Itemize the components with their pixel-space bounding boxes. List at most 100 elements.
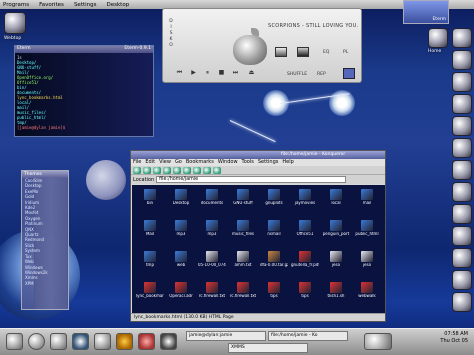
file-item[interactable]: local (322, 189, 350, 213)
file-item[interactable]: nsmail (260, 220, 288, 244)
balance-slider[interactable] (297, 47, 309, 57)
file-item[interactable]: webwalk (353, 282, 381, 306)
file-item[interactable]: tips (291, 282, 319, 306)
menu-bookmarks[interactable]: Bookmarks (186, 159, 214, 166)
stop-icon[interactable] (183, 166, 191, 174)
stop-icon[interactable]: ■ (217, 69, 226, 76)
eq-toggle[interactable]: EQ (323, 50, 329, 55)
file-item[interactable]: lync_bookmarks.html (136, 282, 164, 306)
print-icon[interactable] (452, 226, 472, 246)
up-icon[interactable] (153, 166, 161, 174)
konqueror-titlebar[interactable]: file:/home/jamie - Konqueror (131, 151, 385, 159)
paste-icon[interactable] (203, 166, 211, 174)
mail-icon[interactable] (452, 72, 472, 92)
pause-icon[interactable]: ⏸ (203, 69, 212, 76)
file-item[interactable]: public_html (353, 220, 381, 244)
task-terminal[interactable]: jamie@dylan:jamie (186, 331, 266, 341)
copy-icon[interactable] (193, 166, 201, 174)
menu-view[interactable]: View (159, 159, 171, 166)
konqueror-window[interactable]: file:/home/jamie - Konqueror File Edit Vie… (130, 150, 386, 322)
security-launcher-icon[interactable] (138, 333, 155, 350)
lock-icon[interactable] (452, 160, 472, 180)
terminal-launcher-icon[interactable] (50, 333, 67, 350)
tux-icon[interactable] (452, 182, 472, 202)
webtop-icon[interactable] (4, 12, 26, 34)
file-item[interactable]: dfa-0.00.tar.gz (260, 251, 288, 275)
file-item[interactable]: gnutella_fr.pdf (291, 251, 319, 275)
menu-favorites[interactable]: Favorites (39, 2, 64, 8)
editor-launcher-icon[interactable] (94, 333, 111, 350)
location-input[interactable]: file:/home/jamie (156, 176, 347, 183)
menu-settings[interactable]: Settings (74, 2, 97, 8)
file-item[interactable]: tips (260, 282, 288, 306)
reload-icon[interactable] (173, 166, 181, 174)
mail-launcher-icon[interactable] (116, 333, 133, 350)
file-item[interactable]: documents (198, 189, 226, 213)
tray-icon[interactable] (364, 333, 392, 350)
file-item[interactable]: rc.firewall.txt (198, 282, 226, 306)
menu-go[interactable]: Go (175, 159, 182, 166)
task-xmms[interactable]: XMMS (228, 343, 308, 353)
file-item[interactable]: music_files (229, 220, 257, 244)
terminal-titlebar[interactable]: Eterm Eterm-0.9.1 (15, 46, 153, 53)
trash-icon[interactable] (452, 292, 472, 312)
file-item[interactable]: Office51 (291, 220, 319, 244)
home-desktop-icon[interactable] (428, 28, 448, 48)
file-item[interactable]: jeso (353, 251, 381, 275)
file-item[interactable]: web (167, 251, 195, 275)
chat-icon[interactable] (452, 138, 472, 158)
themes-panel[interactable]: Themes CoolSlim Desktop ExeMo Gold Iridium Kd… (21, 170, 69, 310)
next-icon[interactable]: ⏭ (231, 69, 240, 76)
menu-help[interactable]: Help (282, 159, 293, 166)
playlist-toggle[interactable]: PL (343, 50, 348, 55)
prev-icon[interactable]: ⏮ (175, 69, 184, 76)
eject-icon[interactable]: ⏏ (247, 69, 256, 76)
menu-desktop[interactable]: Desktop (107, 2, 130, 8)
file-item[interactable]: jaymovies (291, 189, 319, 213)
file-item[interactable]: Desktop (167, 189, 195, 213)
menu-settings[interactable]: Settings (258, 159, 279, 166)
file-item[interactable]: Mail (136, 220, 164, 244)
desktop-icon[interactable] (28, 333, 45, 350)
menu-programs[interactable]: Programs (3, 2, 29, 8)
settings-launcher-icon[interactable] (160, 333, 177, 350)
file-item[interactable]: mail (353, 189, 381, 213)
menu-edit[interactable]: Edit (145, 159, 155, 166)
terminal-window[interactable]: Eterm Eterm-0.9.1 1s Desktop/GNU-stuff/Ma… (14, 45, 154, 137)
tux-icon[interactable] (452, 248, 472, 268)
theme-item[interactable]: XPM (22, 281, 68, 286)
themes-list[interactable]: CoolSlim Desktop ExeMo Gold Iridium Kde2 Mosfe… (22, 178, 68, 286)
browser-icon[interactable] (452, 94, 472, 114)
back-icon[interactable] (133, 166, 141, 174)
file-item[interactable]: mp3 (167, 220, 195, 244)
tux-icon[interactable] (452, 204, 472, 224)
zoom-icon[interactable] (213, 166, 221, 174)
repeat-toggle[interactable]: REP (317, 72, 326, 77)
file-item[interactable]: Operacl.adr (167, 282, 195, 306)
menu-file[interactable]: File (133, 159, 141, 166)
file-item[interactable]: amm.txt (229, 251, 257, 275)
file-item[interactable]: bin (136, 189, 164, 213)
home-icon[interactable] (163, 166, 171, 174)
home-icon[interactable] (452, 50, 472, 70)
task-konqueror[interactable]: file:/home/jamie - Ko (268, 331, 348, 341)
menu-window[interactable]: Window (218, 159, 238, 166)
tools-icon[interactable] (452, 116, 472, 136)
file-item[interactable]: tksh1.sh (322, 282, 350, 306)
shuffle-toggle[interactable]: SHUFFLE (287, 72, 307, 77)
xmms-player[interactable]: DISKO SCORPIONS - STILL LOVING YOU. EQ P… (162, 8, 362, 83)
file-view[interactable]: bin Desktop documents GNU-stuff gnuplots jaym… (132, 185, 385, 313)
kmenu-icon[interactable] (6, 333, 23, 350)
forward-icon[interactable] (143, 166, 151, 174)
browser-launcher-icon[interactable] (72, 333, 89, 350)
terminal-output[interactable]: 1s Desktop/GNU-stuff/Mail/OpenOffice.org/… (15, 53, 153, 136)
pager-tile[interactable]: Eterm (403, 0, 449, 24)
play-icon[interactable]: ▶ (189, 69, 198, 76)
menu-icon[interactable] (343, 68, 355, 79)
file-item[interactable]: 05-10-00_074601_rb_screenshot (198, 251, 226, 275)
file-item[interactable]: penguin_port (322, 220, 350, 244)
volume-slider[interactable] (275, 47, 287, 57)
file-item[interactable]: gnuplots (260, 189, 288, 213)
file-item[interactable]: jeso (322, 251, 350, 275)
clock[interactable]: 07:58 AM Thu Oct 05 (440, 331, 468, 345)
